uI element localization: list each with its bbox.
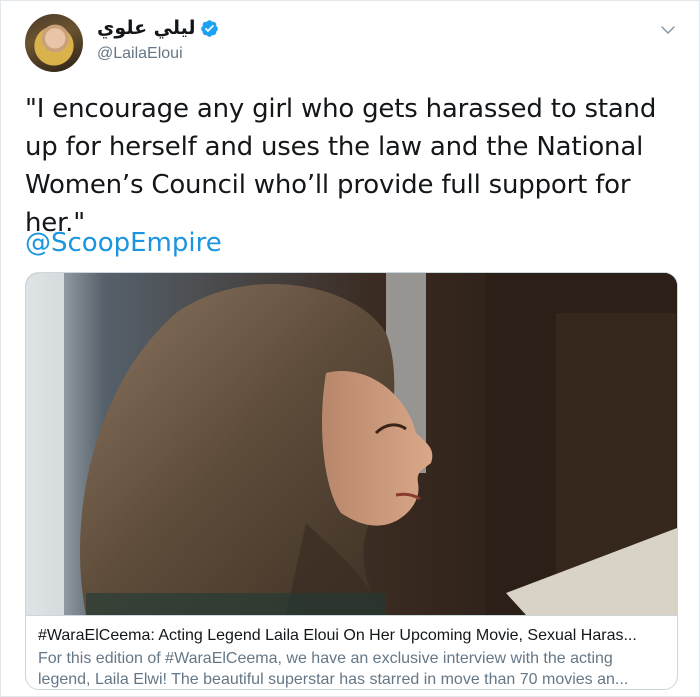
tweet-container: ليلي علوي @LailaEloui "I encourage any g…	[0, 0, 700, 697]
author-name-row[interactable]: ليلي علوي	[97, 17, 219, 39]
article-photo-icon	[26, 273, 677, 615]
card-description: For this edition of #WaraElCeema, we hav…	[38, 650, 629, 688]
verified-badge-icon	[200, 19, 218, 37]
link-preview-card[interactable]: #WaraElCeema: Acting Legend Laila Eloui …	[25, 272, 678, 690]
author-avatar[interactable]	[25, 14, 83, 72]
mention-link[interactable]: @ScoopEmpire	[25, 228, 222, 258]
card-title[interactable]: #WaraElCeema: Acting Legend Laila Eloui …	[38, 626, 665, 646]
tweet-text: "I encourage any girl who gets harassed …	[25, 94, 657, 238]
card-body[interactable]: #WaraElCeema: Acting Legend Laila Eloui …	[26, 615, 677, 689]
card-image[interactable]	[26, 273, 677, 615]
author-display-name[interactable]: ليلي علوي	[97, 17, 196, 39]
author-handle[interactable]: @LailaEloui	[97, 45, 183, 63]
chevron-down-icon[interactable]	[659, 21, 677, 39]
